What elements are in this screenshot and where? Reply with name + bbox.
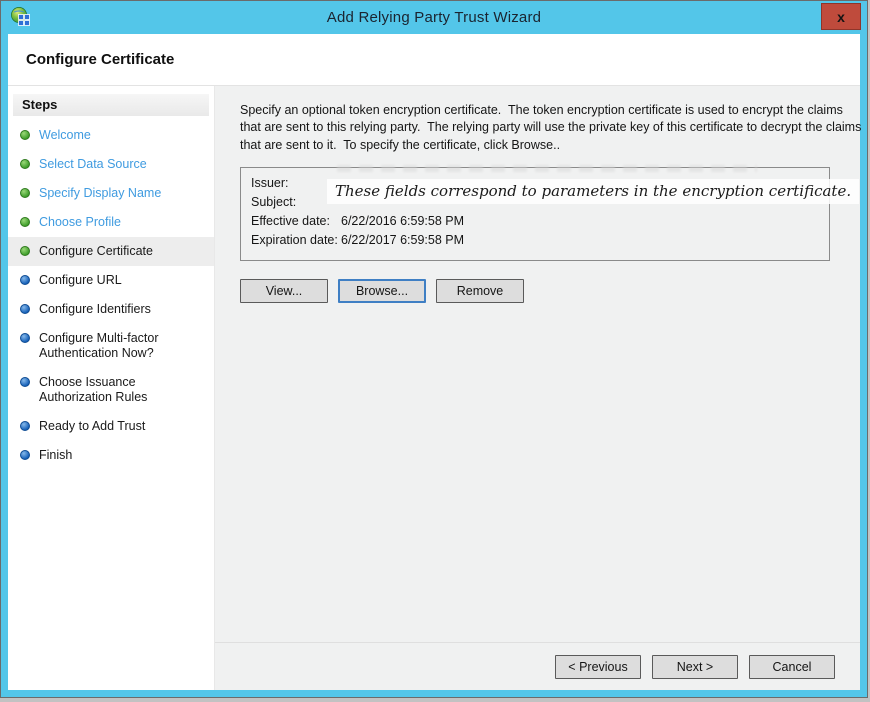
title-bar: Add Relying Party Trust Wizard x xyxy=(1,1,867,34)
sidebar-step[interactable]: Choose Profile xyxy=(8,208,214,237)
sidebar-step: Finish xyxy=(8,441,214,470)
sidebar-step: Configure Multi-factor Authentication No… xyxy=(8,324,214,368)
next-button[interactable]: Next > xyxy=(652,655,738,679)
instructions-text: Specify an optional token encryption cer… xyxy=(240,102,862,154)
step-label: Ready to Add Trust xyxy=(39,419,145,434)
cancel-button[interactable]: Cancel xyxy=(749,655,835,679)
certificate-details-box: Issuer: Subject: Effective date: 6/22/20… xyxy=(240,167,830,261)
sidebar-step: Configure Certificate xyxy=(8,237,214,266)
wizard-dialog: Add Relying Party Trust Wizard x Configu… xyxy=(0,0,868,698)
step-label: Configure Certificate xyxy=(39,244,153,259)
step-label: Configure URL xyxy=(39,273,122,288)
certificate-field: Expiration date: 6/22/2017 6:59:58 PM xyxy=(251,233,829,247)
remove-button[interactable]: Remove xyxy=(436,279,524,303)
step-status-icon xyxy=(20,159,30,169)
sidebar-step: Configure URL xyxy=(8,266,214,295)
steps-header: Steps xyxy=(13,94,209,116)
step-status-icon xyxy=(20,333,30,343)
main-content: Specify an optional token encryption cer… xyxy=(215,86,860,690)
certificate-field-value: 6/22/2016 6:59:58 PM xyxy=(341,214,829,228)
annotation-note: These fields correspond to parameters in… xyxy=(327,179,859,204)
window-title: Add Relying Party Trust Wizard xyxy=(327,9,541,26)
step-label: Finish xyxy=(39,448,72,463)
previous-button[interactable]: < Previous xyxy=(555,655,641,679)
step-status-icon xyxy=(20,217,30,227)
step-status-icon xyxy=(20,377,30,387)
content-row: Steps Welcome Select Data Source Specify… xyxy=(8,86,860,690)
step-status-icon xyxy=(20,275,30,285)
window-body: Configure Certificate Steps Welcome Sele… xyxy=(8,34,860,690)
step-label: Configure Multi-factor Authentication No… xyxy=(39,331,206,361)
page-header: Configure Certificate xyxy=(8,34,860,86)
sidebar-step[interactable]: Select Data Source xyxy=(8,150,214,179)
certificate-field-value: 6/22/2017 6:59:58 PM xyxy=(341,233,829,247)
step-status-icon xyxy=(20,421,30,431)
step-label: Specify Display Name xyxy=(39,186,161,201)
certificate-field-label: Effective date: xyxy=(251,214,341,228)
step-status-icon xyxy=(20,450,30,460)
browse-button[interactable]: Browse... xyxy=(338,279,426,303)
sidebar-step[interactable]: Welcome xyxy=(8,121,214,150)
sidebar-step[interactable]: Specify Display Name xyxy=(8,179,214,208)
erased-text-smudge xyxy=(337,165,757,172)
steps-sidebar: Steps Welcome Select Data Source Specify… xyxy=(8,86,215,690)
sidebar-step: Configure Identifiers xyxy=(8,295,214,324)
certificate-field: Effective date: 6/22/2016 6:59:58 PM xyxy=(251,214,829,228)
sidebar-step: Choose Issuance Authorization Rules xyxy=(8,368,214,412)
step-label: Welcome xyxy=(39,128,91,143)
sidebar-step: Ready to Add Trust xyxy=(8,412,214,441)
step-status-icon xyxy=(20,246,30,256)
adfs-globe-icon xyxy=(10,6,32,28)
steps-list: Welcome Select Data Source Specify Displ… xyxy=(8,121,214,470)
step-label: Choose Issuance Authorization Rules xyxy=(39,375,206,405)
step-label: Choose Profile xyxy=(39,215,121,230)
certificate-field-label: Expiration date: xyxy=(251,233,341,247)
certificate-actions: View... Browse... Remove xyxy=(240,279,836,303)
step-status-icon xyxy=(20,130,30,140)
step-status-icon xyxy=(20,304,30,314)
step-label: Select Data Source xyxy=(39,157,147,172)
wizard-footer: < Previous Next > Cancel xyxy=(215,642,860,690)
view-button[interactable]: View... xyxy=(240,279,328,303)
close-button[interactable]: x xyxy=(821,3,861,30)
page-title: Configure Certificate xyxy=(26,51,174,68)
step-status-icon xyxy=(20,188,30,198)
content-spacer xyxy=(240,303,836,642)
step-label: Configure Identifiers xyxy=(39,302,151,317)
